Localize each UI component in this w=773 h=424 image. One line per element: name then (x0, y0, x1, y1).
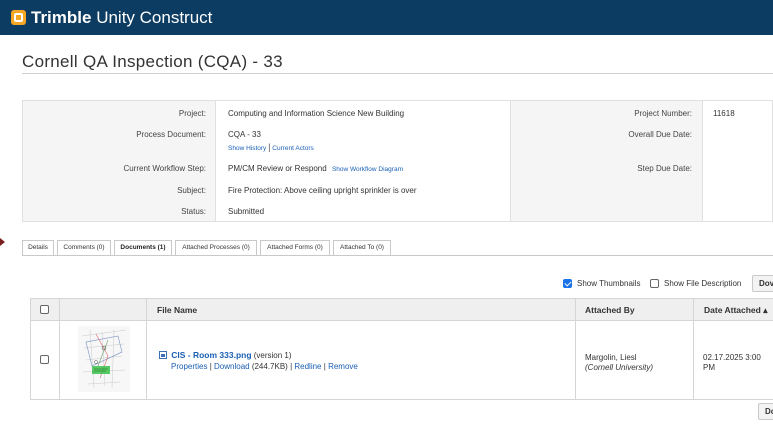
show-file-description-label: Show File Description (664, 279, 742, 288)
row-checkbox[interactable] (40, 355, 49, 364)
subject-value: Fire Protection: Above ceiling upright s… (228, 186, 417, 195)
project-number-value: 11618 (713, 109, 735, 118)
show-thumbnails-label: Show Thumbnails (577, 279, 641, 288)
show-workflow-diagram-link[interactable]: Show Workflow Diagram (332, 166, 403, 173)
process-document-label: Process Document: (136, 130, 206, 139)
image-file-icon (159, 351, 167, 359)
process-document-value: CQA - 33 (228, 130, 261, 139)
file-name-cell: CIS - Room 333.png (version 1) (159, 350, 292, 360)
current-actors-link[interactable]: Current Actors (272, 145, 314, 152)
column-header-attached-by[interactable]: Attached By (585, 305, 635, 315)
attached-by-org: (Cornell University) (585, 363, 654, 372)
tab-attached-forms[interactable]: Attached Forms (0) (260, 240, 330, 255)
overall-due-date-label: Overall Due Date: (628, 130, 692, 139)
subject-label: Subject: (177, 186, 206, 195)
workflow-step-label: Current Workflow Step: (123, 164, 206, 173)
status-value: Submitted (228, 207, 265, 216)
workflow-step-value: PM/CM Review or Respond Show Workflow Di… (228, 164, 403, 173)
properties-link[interactable]: Properties (171, 362, 207, 371)
process-document-links: Show History | Current Actors (228, 142, 314, 152)
file-name-link[interactable]: CIS - Room 333.png (171, 350, 251, 360)
step-due-date-label: Step Due Date: (637, 164, 692, 173)
show-history-link[interactable]: Show History (228, 145, 266, 152)
attached-by-name: Margolin, Liesl (585, 353, 637, 362)
project-label: Project: (178, 109, 206, 118)
redline-link[interactable]: Redline (294, 362, 321, 371)
file-version: (version 1) (251, 351, 292, 360)
tab-documents[interactable]: Documents (1) (114, 240, 172, 255)
table-header: File Name Attached By Date Attached ▴ (31, 299, 773, 321)
process-details-panel: Project: Computing and Information Scien… (22, 100, 773, 222)
column-header-file-name[interactable]: File Name (157, 305, 197, 315)
project-value: Computing and Information Science New Bu… (228, 109, 405, 118)
status-label: Status: (181, 207, 206, 216)
download-button-top[interactable]: Dov (752, 275, 773, 292)
panel-marker-arrow-icon (0, 238, 5, 246)
tab-attached-processes[interactable]: Attached Processes (0) (175, 240, 257, 255)
download-link[interactable]: Download (214, 362, 250, 371)
file-thumbnail[interactable] (78, 326, 130, 392)
download-size: (244.7KB) (249, 362, 291, 371)
download-button-bottom[interactable]: Do (758, 403, 773, 420)
app-header: Trimble Unity Construct (0, 0, 773, 35)
select-all-checkbox[interactable] (40, 305, 49, 314)
date-attached-line1: 02.17.2025 3:00 (703, 353, 761, 362)
tab-divider (22, 255, 773, 256)
title-divider (22, 73, 773, 74)
remove-link[interactable]: Remove (328, 362, 358, 371)
show-file-description-checkbox[interactable] (650, 279, 659, 288)
trimble-logo-icon[interactable] (11, 10, 26, 25)
project-number-label: Project Number: (634, 109, 692, 118)
tab-attached-to[interactable]: Attached To (0) (333, 240, 391, 255)
tab-details[interactable]: Details (22, 240, 54, 255)
tab-comments[interactable]: Comments (0) (57, 240, 111, 255)
page-title: Cornell QA Inspection (CQA) - 33 (22, 52, 283, 71)
show-thumbnails-checkbox[interactable] (563, 279, 572, 288)
app-brand[interactable]: Trimble Unity Construct (31, 8, 212, 28)
column-header-date-attached[interactable]: Date Attached ▴ (704, 305, 767, 316)
file-actions: Properties | Download (244.7KB) | Redlin… (171, 362, 358, 371)
date-attached-line2: PM (703, 363, 715, 372)
documents-table: File Name Attached By Date Attached ▴ CI… (30, 298, 773, 400)
